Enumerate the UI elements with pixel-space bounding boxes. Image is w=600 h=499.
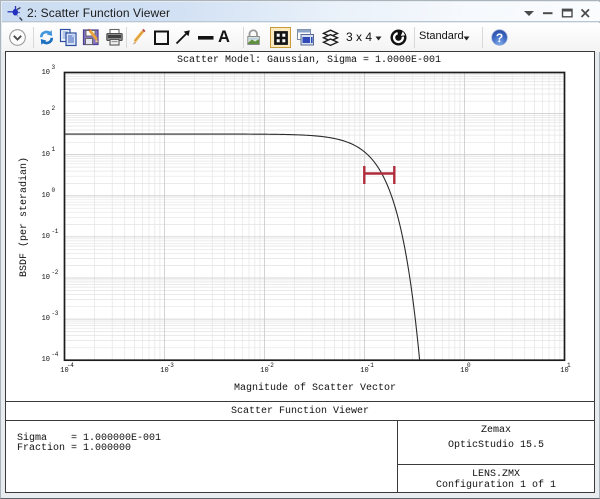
svg-text:?: ? xyxy=(496,31,503,45)
